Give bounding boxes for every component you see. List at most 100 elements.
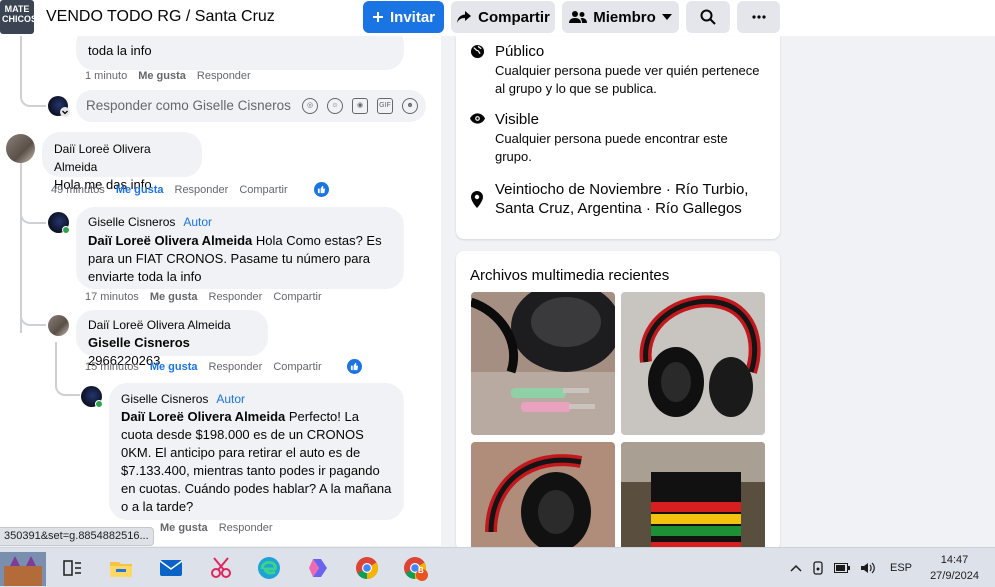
copilot-icon[interactable] [305,555,331,581]
invite-button[interactable]: Invitar [363,1,444,33]
wallpaper-thumbnail-icon[interactable] [0,552,46,586]
mention-link[interactable]: Daiï Loreë Olivera Almeida [88,233,252,248]
reply-link[interactable]: Responder [219,522,273,534]
task-view-icon[interactable] [59,555,85,581]
chevron-up-icon[interactable] [790,564,802,572]
system-tray: ESP [790,548,912,587]
chrome-profile-badge: B [418,566,424,575]
member-button[interactable]: Miembro [562,1,679,33]
search-button[interactable] [686,1,730,33]
like-link[interactable]: Me gusta [160,522,208,534]
reply-link[interactable]: Responder [209,291,263,303]
file-explorer-icon[interactable] [108,555,134,581]
member-button-label: Miembro [593,8,656,26]
author-name[interactable]: Giselle Cisneros [121,390,208,408]
reply-link[interactable]: Responder [209,361,263,373]
ellipsis-icon [751,15,766,19]
comment-text: toda la info [88,43,152,58]
like-reaction-icon[interactable] [347,359,362,374]
author-badge: Autor [183,215,213,229]
system-clock[interactable]: 14:47 27/9/2024 [930,552,979,584]
comment-bubble: Giselle Cisneros Autor Daiï Loreë Olivera… [109,383,404,520]
volume-icon[interactable] [860,562,876,574]
group-title[interactable]: VENDO TODO RG / Santa Cruz [46,8,275,26]
reply-input[interactable]: Responder como Giselle Cisneros ◎ ☺ ◉ GI… [76,90,426,122]
online-indicator [62,226,70,234]
gif-icon[interactable]: GIF [377,98,393,114]
mail-icon[interactable] [158,555,184,581]
comment-bubble: Giselle Cisneros Autor Daiï Loreë Olivera… [76,207,404,289]
reply-link[interactable]: Responder [197,70,251,82]
like-link[interactable]: Me gusta [138,70,186,82]
search-icon [700,9,716,25]
thread-connector [20,70,46,107]
recent-media-title[interactable]: Archivos multimedia recientes [470,267,669,284]
avatar[interactable] [6,134,35,163]
like-link[interactable]: Me gusta [150,361,198,373]
comment-time[interactable]: 1 minuto [85,70,127,82]
chrome-icon[interactable] [354,555,380,581]
thread-connector [55,372,80,396]
comment-time[interactable]: 49 minutos [51,184,105,196]
reply-placeholder: Responder como Giselle Cisneros [86,98,291,113]
media-thumbnail[interactable] [471,442,615,551]
headset-photo [471,292,615,435]
mention-link[interactable]: Giselle Cisneros [88,335,190,350]
comment-author[interactable]: Daiï Loreë Olivera Almeida [54,140,190,176]
clock-date: 27/9/2024 [930,570,979,582]
share-link[interactable]: Compartir [273,291,321,303]
battery-icon[interactable] [834,563,850,573]
avatar[interactable] [48,315,69,336]
usb-device-icon[interactable] [812,561,824,575]
comment-author: Giselle Cisneros Autor [88,213,392,231]
group-logo-text: MATE CHICOS [2,4,38,24]
like-link[interactable]: Me gusta [150,291,198,303]
author-name[interactable]: Daiï Loreë Olivera Almeida [54,140,190,176]
author-name[interactable]: Giselle Cisneros [88,213,175,231]
thread-connector [20,199,46,224]
comment-body: Daiï Loreë Olivera Almeida Hola Como est… [88,232,392,286]
share-button[interactable]: Compartir [451,1,555,33]
media-thumbnail[interactable] [471,292,615,435]
comment-body: Daiï Loreë Olivera Almeida Perfecto! La … [121,408,392,516]
comment-bubble: toda la info [76,36,404,70]
author-badge: Autor [216,392,246,406]
comment-time[interactable]: 17 minutos [85,291,139,303]
clothing-photo [621,442,765,551]
comment-bubble: Daiï Loreë Olivera Almeida Hola me das i… [42,132,202,192]
group-avatar[interactable]: MATE CHICOS [0,0,38,34]
like-reaction-icon[interactable] [314,182,329,197]
recent-media-card: Archivos multimedia recientes [456,251,780,551]
author-name[interactable]: Daiï Loreë Olivera Almeida [88,316,231,334]
like-link[interactable]: Me gusta [116,184,164,196]
reply-link[interactable]: Responder [175,184,229,196]
globe-icon [470,44,485,59]
share-arrow-icon [457,11,472,23]
sticker-icon[interactable]: ☻ [402,98,418,114]
comment-actions: 17 minutos Me gusta Responder Compartir [85,291,322,303]
media-thumbnail[interactable] [621,292,765,435]
mention-link[interactable]: Daiï Loreë Olivera Almeida [121,409,285,424]
avatar-sticker-icon[interactable]: ◎ [302,98,318,114]
input-language[interactable]: ESP [890,562,912,574]
share-link[interactable]: Compartir [239,184,287,196]
media-thumbnail[interactable] [621,442,765,551]
snipping-tool-icon[interactable] [208,555,234,581]
people-icon [569,11,588,23]
chevron-down-icon [60,107,70,117]
chrome-profile-icon[interactable] [402,555,428,581]
location-pin-icon [471,191,483,208]
camera-icon[interactable]: ◉ [352,98,368,114]
clock-time: 14:47 [940,554,969,566]
emoji-icon[interactable]: ☺ [327,98,343,114]
public-title: Público [495,43,545,60]
share-button-label: Compartir [478,8,550,26]
more-options-button[interactable] [737,1,780,33]
edge-browser-icon[interactable] [256,555,282,581]
reply-tools: ◎ ☺ ◉ GIF ☻ [302,98,418,114]
share-link[interactable]: Compartir [273,361,321,373]
comment-author: Giselle Cisneros Autor [121,390,392,408]
comment-time[interactable]: 15 minutos [85,361,139,373]
comment-bubble: Daiï Loreë Olivera Almeida Giselle Cisne… [76,310,268,368]
group-location[interactable]: Veintiocho de Noviembre · Río Turbio, Sa… [495,180,770,218]
